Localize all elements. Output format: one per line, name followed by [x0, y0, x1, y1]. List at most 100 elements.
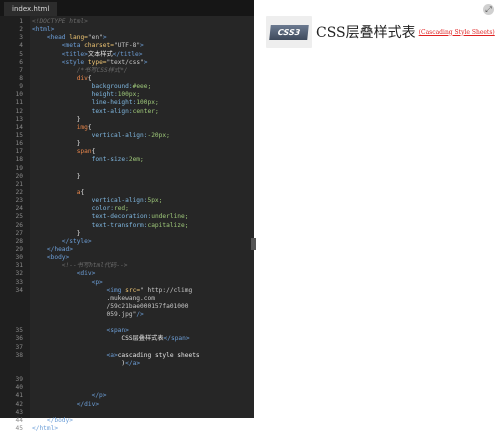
code-token: #eee; [132, 83, 152, 91]
code-line[interactable]: 4 <meta charset="UTF-8"> [0, 42, 254, 50]
code-token: cascading style sheets [117, 351, 200, 359]
code-token: 100px; [117, 91, 141, 99]
code-line[interactable]: 11 line-height:100px; [0, 99, 254, 107]
line-number: 3 [19, 34, 23, 42]
code-line[interactable]: 13 } [0, 116, 254, 124]
code-line[interactable]: 44 </body> [0, 417, 254, 425]
code-token: > [102, 34, 107, 42]
code-line[interactable]: 16 } [0, 140, 254, 148]
code-line[interactable]: 42 </div> [0, 401, 254, 409]
code-line[interactable]: 2 <html> [0, 26, 254, 34]
code-line[interactable]: 1 <!DOCTYPE html> [0, 18, 254, 26]
file-tab-index-html[interactable]: index.html [4, 2, 58, 16]
code-line[interactable]: 30 <body> [0, 254, 254, 262]
code-token: height: [32, 91, 118, 99]
code-line[interactable]: 20 } [0, 173, 254, 181]
code-text: 059.jpg"/> [32, 311, 144, 319]
code-token: underline; [151, 213, 189, 221]
expand-icon[interactable]: ⤢ [483, 4, 494, 15]
code-line[interactable]: 10 height:100px; [0, 91, 254, 99]
code-line[interactable]: 24 color:red; [0, 205, 254, 213]
code-line[interactable]: 33 <p> [0, 279, 254, 287]
code-line[interactable]: 37 [0, 344, 254, 352]
code-text: span{ [32, 148, 96, 156]
code-line[interactable]: 45 </html> [0, 425, 254, 433]
code-text: </p> [32, 392, 107, 400]
line-number: 42 [15, 400, 23, 408]
line-number: 29 [15, 245, 23, 253]
code-line[interactable]: 34 <img src=" http://climg [0, 287, 254, 295]
editor-tabbar: index.html [0, 0, 254, 16]
line-number: 2 [19, 26, 23, 34]
code-line[interactable]: 40 [0, 384, 254, 392]
code-line[interactable]: 38 <a>cascading style sheets [0, 352, 254, 360]
code-line[interactable]: 29 </head> [0, 246, 254, 254]
code-line[interactable]: 31 <!--书写html代码--> [0, 262, 254, 270]
code-line[interactable]: 18 font-size:2em; [0, 156, 254, 164]
code-line[interactable]: 5 <title>文本样式</title> [0, 51, 254, 59]
code-line[interactable]: 8 div{ [0, 75, 254, 83]
code-line[interactable]: 41 </p> [0, 392, 254, 400]
code-line[interactable]: 21 [0, 181, 254, 189]
line-number: 34 [15, 286, 23, 294]
code-line[interactable] [0, 368, 254, 376]
preview-paragraph: CSS3 CSS层叠样式表 (Cascading Style Sheets) [266, 16, 495, 48]
code-token: /59c21bae000157fa01000 [32, 302, 189, 310]
code-editor[interactable]: index.html 1 <!DOCTYPE html> 2 <html> 3 <hea… [0, 0, 254, 432]
code-text: </html> [32, 425, 58, 433]
code-line[interactable]: 27 } [0, 230, 254, 238]
code-text: } [32, 116, 81, 124]
line-number: 27 [15, 229, 23, 237]
code-token: "text/css" [106, 58, 144, 66]
code-text: <div> [32, 270, 96, 278]
code-token: <!--书写html代码--> [32, 262, 128, 270]
line-number: 39 [15, 376, 23, 384]
line-number: 43 [15, 408, 23, 416]
code-line[interactable]: 25 text-decoration:underline; [0, 213, 254, 221]
code-line[interactable]: 28 </style> [0, 238, 254, 246]
code-line[interactable]: 14 img{ [0, 124, 254, 132]
line-number: 24 [15, 205, 23, 213]
code-line[interactable]: /59c21bae000157fa01000 [0, 303, 254, 311]
code-line[interactable]: 17 span{ [0, 148, 254, 156]
code-line[interactable]: 9 background:#eee; [0, 83, 254, 91]
line-number: 26 [15, 221, 23, 229]
code-line[interactable]: 22 a{ [0, 189, 254, 197]
line-number: 6 [19, 58, 23, 66]
code-line[interactable]: 19 [0, 165, 254, 173]
code-line[interactable]: 12 text-align:center; [0, 108, 254, 116]
code-line[interactable] [0, 319, 254, 327]
code-line[interactable]: 6 <style type="text/css"> [0, 59, 254, 67]
code-text: <!DOCTYPE html> [32, 18, 88, 26]
code-line[interactable]: 43 [0, 409, 254, 417]
code-token: </title> [112, 50, 143, 58]
code-line[interactable]: 7 /*书写CSS样式*/ [0, 67, 254, 75]
code-token: </style> [32, 237, 92, 245]
code-line[interactable]: 26 text-transform:capitalize; [0, 222, 254, 230]
code-token: CSS层叠样式表 [32, 335, 164, 343]
code-token: vertical-align: [32, 131, 148, 139]
preview-link[interactable]: (Cascading Style Sheets) [419, 29, 495, 36]
code-line[interactable]: )</a> [0, 360, 254, 368]
code-token: charset= [84, 42, 114, 50]
code-line[interactable]: 15 vertical-align:-20px; [0, 132, 254, 140]
code-line[interactable]: .mukewang.com [0, 295, 254, 303]
code-text: <style type="text/css"> [32, 59, 148, 67]
code-token: > [143, 58, 148, 66]
preview-pane: ⤢ CSS3 CSS层叠样式表 (Cascading Style Sheets) [256, 0, 500, 418]
line-number: 5 [19, 50, 23, 58]
code-line[interactable]: 39 [0, 376, 254, 384]
code-line[interactable]: 32 <div> [0, 270, 254, 278]
code-token: <style [32, 58, 88, 66]
code-line[interactable]: 059.jpg"/> [0, 311, 254, 319]
line-number: 41 [15, 392, 23, 400]
code-line[interactable]: 36 CSS层叠样式表</span> [0, 335, 254, 343]
line-number: 12 [15, 107, 23, 115]
code-token: a [32, 188, 81, 196]
code-line[interactable]: 23 vertical-align:5px; [0, 197, 254, 205]
code-token: center; [132, 107, 159, 115]
code-lines[interactable]: 1 <!DOCTYPE html> 2 <html> 3 <head lang="en"… [0, 18, 254, 433]
code-text: <img src=" http://climg [32, 287, 193, 295]
code-line[interactable]: 3 <head lang="en"> [0, 34, 254, 42]
css3-logo-image: CSS3 [266, 16, 312, 48]
